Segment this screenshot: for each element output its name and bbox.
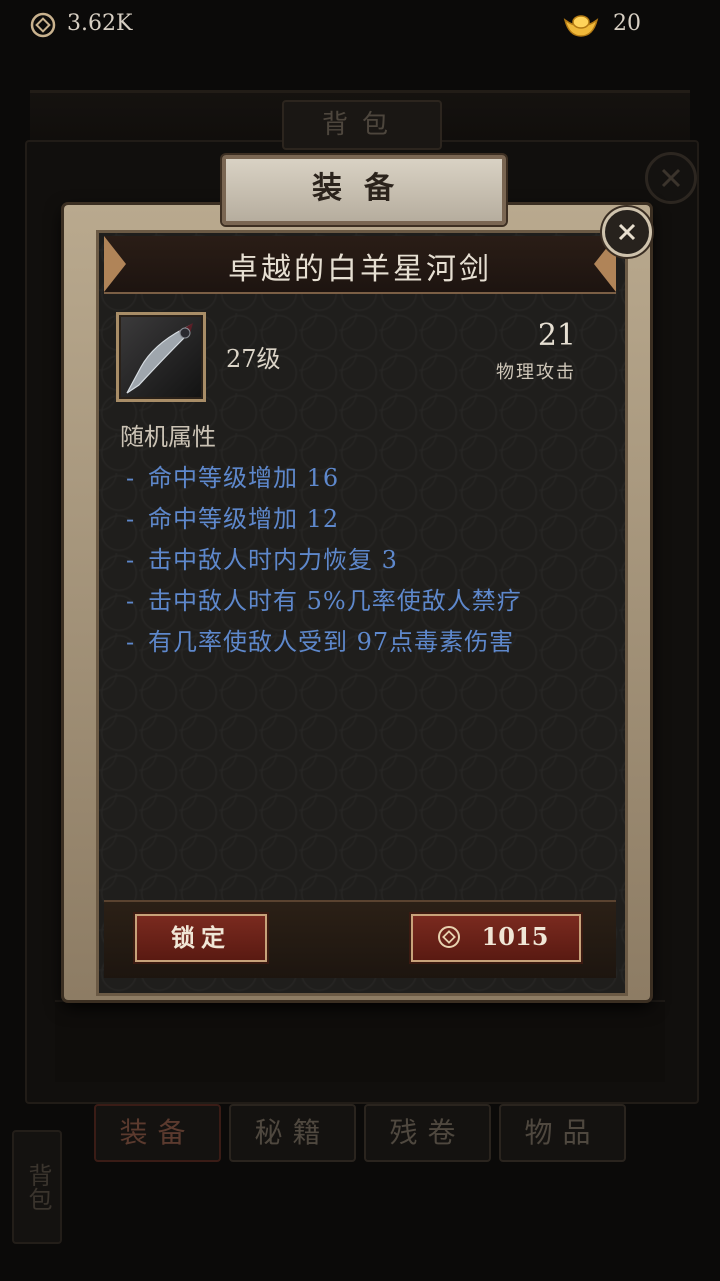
attribute-item: - 击中敌人时内力恢复 3 — [126, 546, 398, 574]
random-attributes-header: 随机属性 — [120, 423, 216, 451]
tab-equipment[interactable]: 装备 — [94, 1104, 221, 1162]
bag-title: 背包 — [282, 100, 442, 150]
lock-button[interactable]: 锁定 — [135, 914, 267, 962]
tab-manuals[interactable]: 秘籍 — [229, 1104, 356, 1162]
bag-tabs: 装备 秘籍 残卷 物品 — [94, 1104, 626, 1162]
attribute-item: - 有几率使敌人受到 97点毒素伤害 — [126, 628, 515, 656]
dialog-header-label: 装备 — [312, 171, 416, 206]
attribute-list: - 命中等级增加 16 - 命中等级增加 12 - 击中敌人时内力恢复 3 - 击中敌人… — [126, 458, 606, 663]
coin-icon — [30, 12, 56, 38]
close-icon — [618, 223, 636, 241]
item-thumbnail — [116, 312, 206, 402]
dialog-close-button[interactable] — [602, 207, 652, 257]
sell-price[interactable]: 1015 — [470, 922, 560, 951]
item-name: 卓越的白羊星河剑 — [228, 252, 492, 287]
bag-item-strip — [55, 1000, 665, 1082]
attribute-item: - 命中等级增加 16 — [126, 464, 340, 492]
tab-items[interactable]: 物品 — [499, 1104, 626, 1162]
attribute-item: - 击中敌人时有 5%几率使敌人禁疗 — [126, 587, 522, 615]
attack-value: 21 — [537, 318, 576, 353]
currency-bar: 3.62K 20 — [0, 0, 720, 54]
attribute-item: - 命中等级增加 12 — [126, 505, 340, 533]
side-tab-bag[interactable]: 背包 — [12, 1130, 62, 1244]
attack-label: 物理攻击 — [496, 362, 576, 383]
close-icon — [661, 168, 681, 188]
bag-close-button[interactable] — [645, 152, 697, 204]
sword-icon — [126, 323, 193, 394]
ingot-amount: 20 — [613, 11, 641, 36]
item-level: 27级 — [226, 345, 281, 373]
coin-amount: 3.62K — [67, 11, 133, 36]
gold-ingot-icon — [563, 15, 599, 37]
tab-fragments[interactable]: 残卷 — [364, 1104, 491, 1162]
coin-icon — [438, 926, 460, 948]
